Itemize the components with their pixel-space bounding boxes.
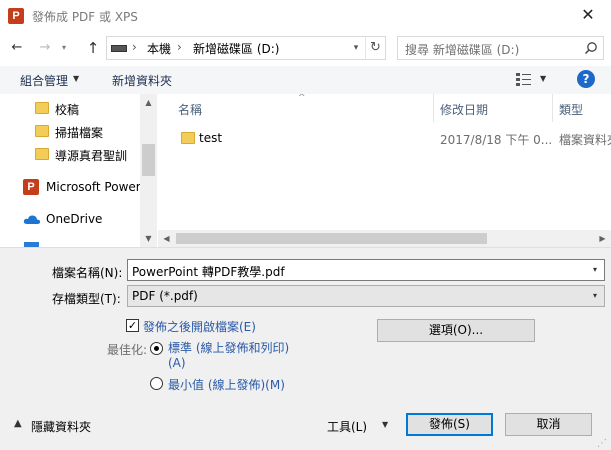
- sidebar-item-teachings[interactable]: 導源真君聖訓: [20, 143, 140, 165]
- new-folder-button[interactable]: 新增資料夾: [112, 72, 172, 89]
- hide-folders-button[interactable]: 隱藏資料夾: [31, 418, 91, 435]
- recent-locations-button[interactable]: ▾: [58, 38, 70, 58]
- title-bar: P 發佈成 PDF 或 XPS ✕: [0, 0, 611, 32]
- scroll-up-icon[interactable]: ▲: [140, 94, 157, 111]
- close-button[interactable]: ✕: [565, 0, 611, 32]
- powerpoint-icon: P: [23, 179, 39, 195]
- navigation-pane: 校稿 掃描檔案 導源真君聖訓 P Microsoft Powerl OneDri…: [0, 94, 157, 247]
- filename-label: 檔案名稱(N):: [52, 266, 123, 280]
- radio-standard-accelerator[interactable]: (A): [168, 356, 186, 370]
- sidebar-item-label: 導源真君聖訓: [55, 149, 128, 163]
- filetype-dropdown-icon[interactable]: ▾: [588, 288, 602, 304]
- organize-button[interactable]: 組合管理: [20, 72, 68, 89]
- save-options-panel: 檔案名稱(N): PowerPoint 轉PDF教學.pdf ▾ 存檔類型(T)…: [0, 247, 611, 450]
- view-dropdown-icon[interactable]: ▼: [540, 74, 546, 83]
- window-title: 發佈成 PDF 或 XPS: [32, 10, 138, 24]
- optimize-label: 最佳化:: [107, 343, 148, 357]
- search-icon: [584, 42, 597, 55]
- cloud-icon: [23, 215, 41, 224]
- resize-grip-icon[interactable]: ⋰: [597, 438, 607, 449]
- column-header-date[interactable]: 修改日期: [440, 101, 488, 118]
- powerpoint-icon: P: [8, 8, 24, 24]
- radio-standard-label[interactable]: 標準 (線上發佈和列印): [168, 341, 289, 356]
- radio-standard[interactable]: [150, 342, 163, 355]
- filename-input[interactable]: PowerPoint 轉PDF教學.pdf ▾: [127, 259, 605, 281]
- breadcrumb-this-pc[interactable]: 本機: [147, 40, 171, 57]
- breadcrumb-separator-icon[interactable]: ›: [132, 40, 137, 54]
- options-button[interactable]: 選項(O)...: [377, 319, 535, 342]
- command-bar: 組合管理 ▼ 新增資料夾 ▼ ?: [0, 66, 611, 94]
- sidebar-item-microsoft-powerpoint[interactable]: P Microsoft Powerl: [20, 176, 144, 198]
- filename-value: PowerPoint 轉PDF教學.pdf: [132, 265, 285, 279]
- sidebar-item-onedrive[interactable]: OneDrive: [20, 208, 140, 230]
- column-header-type[interactable]: 類型: [559, 101, 583, 118]
- sidebar-item-label: OneDrive: [46, 212, 103, 226]
- back-button[interactable]: ←: [6, 38, 28, 58]
- scroll-left-icon[interactable]: ◀: [158, 230, 175, 247]
- scroll-right-icon[interactable]: ▶: [594, 230, 611, 247]
- filetype-select[interactable]: PDF (*.pdf) ▾: [127, 285, 605, 307]
- help-button[interactable]: ?: [577, 70, 595, 88]
- column-header-name[interactable]: 名稱: [178, 101, 202, 118]
- sidebar-item-scanned-files[interactable]: 掃描檔案: [20, 120, 140, 142]
- refresh-button[interactable]: ↻: [365, 37, 385, 59]
- tools-button[interactable]: 工具(L): [327, 418, 367, 435]
- breadcrumb-drive-d[interactable]: 新增磁碟區 (D:): [193, 40, 279, 57]
- folder-icon: [35, 102, 49, 114]
- filetype-label: 存檔類型(T):: [52, 292, 121, 306]
- address-bar[interactable]: › 本機 › 新增磁碟區 (D:) ▾ ↻: [106, 36, 386, 60]
- tools-dropdown-icon[interactable]: ▼: [382, 420, 388, 429]
- file-type: 檔案資料夾: [559, 133, 611, 147]
- navigation-pane-scrollbar[interactable]: ▲ ▼: [140, 94, 157, 247]
- scroll-down-icon[interactable]: ▼: [140, 230, 157, 247]
- radio-selected-dot: [154, 346, 159, 351]
- file-list: ^ 名稱 修改日期 類型 test 2017/8/18 下午 0... 檔案資料…: [158, 94, 611, 247]
- breadcrumb-separator-icon[interactable]: ›: [177, 40, 182, 54]
- up-button[interactable]: ↑: [82, 38, 104, 58]
- forward-button[interactable]: →: [34, 38, 56, 58]
- search-input[interactable]: 搜尋 新增磁碟區 (D:): [397, 36, 604, 60]
- folder-icon: [35, 148, 49, 160]
- chevron-up-icon[interactable]: ▲: [14, 418, 22, 429]
- search-placeholder: 搜尋 新增磁碟區 (D:): [405, 43, 520, 57]
- open-after-publish-label[interactable]: 發佈之後開啟檔案(E): [143, 318, 256, 335]
- file-name: test: [199, 131, 223, 145]
- cancel-button[interactable]: 取消: [505, 413, 592, 436]
- filename-dropdown-icon[interactable]: ▾: [588, 262, 602, 278]
- file-date: 2017/8/18 下午 0...: [440, 133, 553, 147]
- sort-ascending-icon: ^: [298, 94, 306, 103]
- radio-minimum-label[interactable]: 最小值 (線上發佈)(M): [168, 376, 285, 393]
- navigation-bar: ← → ▾ ↑ › 本機 › 新增磁碟區 (D:) ▾ ↻ 搜尋 新增磁碟區 (…: [0, 32, 611, 66]
- filetype-value: PDF (*.pdf): [132, 289, 198, 303]
- publish-button[interactable]: 發佈(S): [406, 413, 493, 436]
- scroll-thumb[interactable]: [176, 233, 487, 244]
- radio-minimum[interactable]: [150, 377, 163, 390]
- scroll-thumb[interactable]: [142, 144, 155, 176]
- organize-dropdown-icon[interactable]: ▼: [73, 74, 79, 83]
- sidebar-item-label: 校稿: [55, 103, 80, 117]
- file-list-horizontal-scrollbar[interactable]: ◀ ▶: [158, 230, 611, 247]
- sidebar-item-proofreading[interactable]: 校稿: [20, 97, 140, 119]
- drive-icon: [111, 45, 127, 52]
- table-row[interactable]: test 2017/8/18 下午 0... 檔案資料夾: [158, 124, 611, 152]
- sidebar-item-label: 掃描檔案: [55, 126, 104, 140]
- view-options-icon[interactable]: [515, 71, 533, 87]
- address-dropdown-icon[interactable]: ▾: [349, 39, 363, 57]
- open-after-publish-checkbox[interactable]: ✓: [126, 319, 139, 332]
- column-divider[interactable]: [552, 94, 553, 122]
- folder-icon: [181, 132, 195, 144]
- column-divider[interactable]: [433, 94, 434, 122]
- folder-icon: [35, 125, 49, 137]
- sidebar-item-label: Microsoft Powerl: [46, 180, 145, 194]
